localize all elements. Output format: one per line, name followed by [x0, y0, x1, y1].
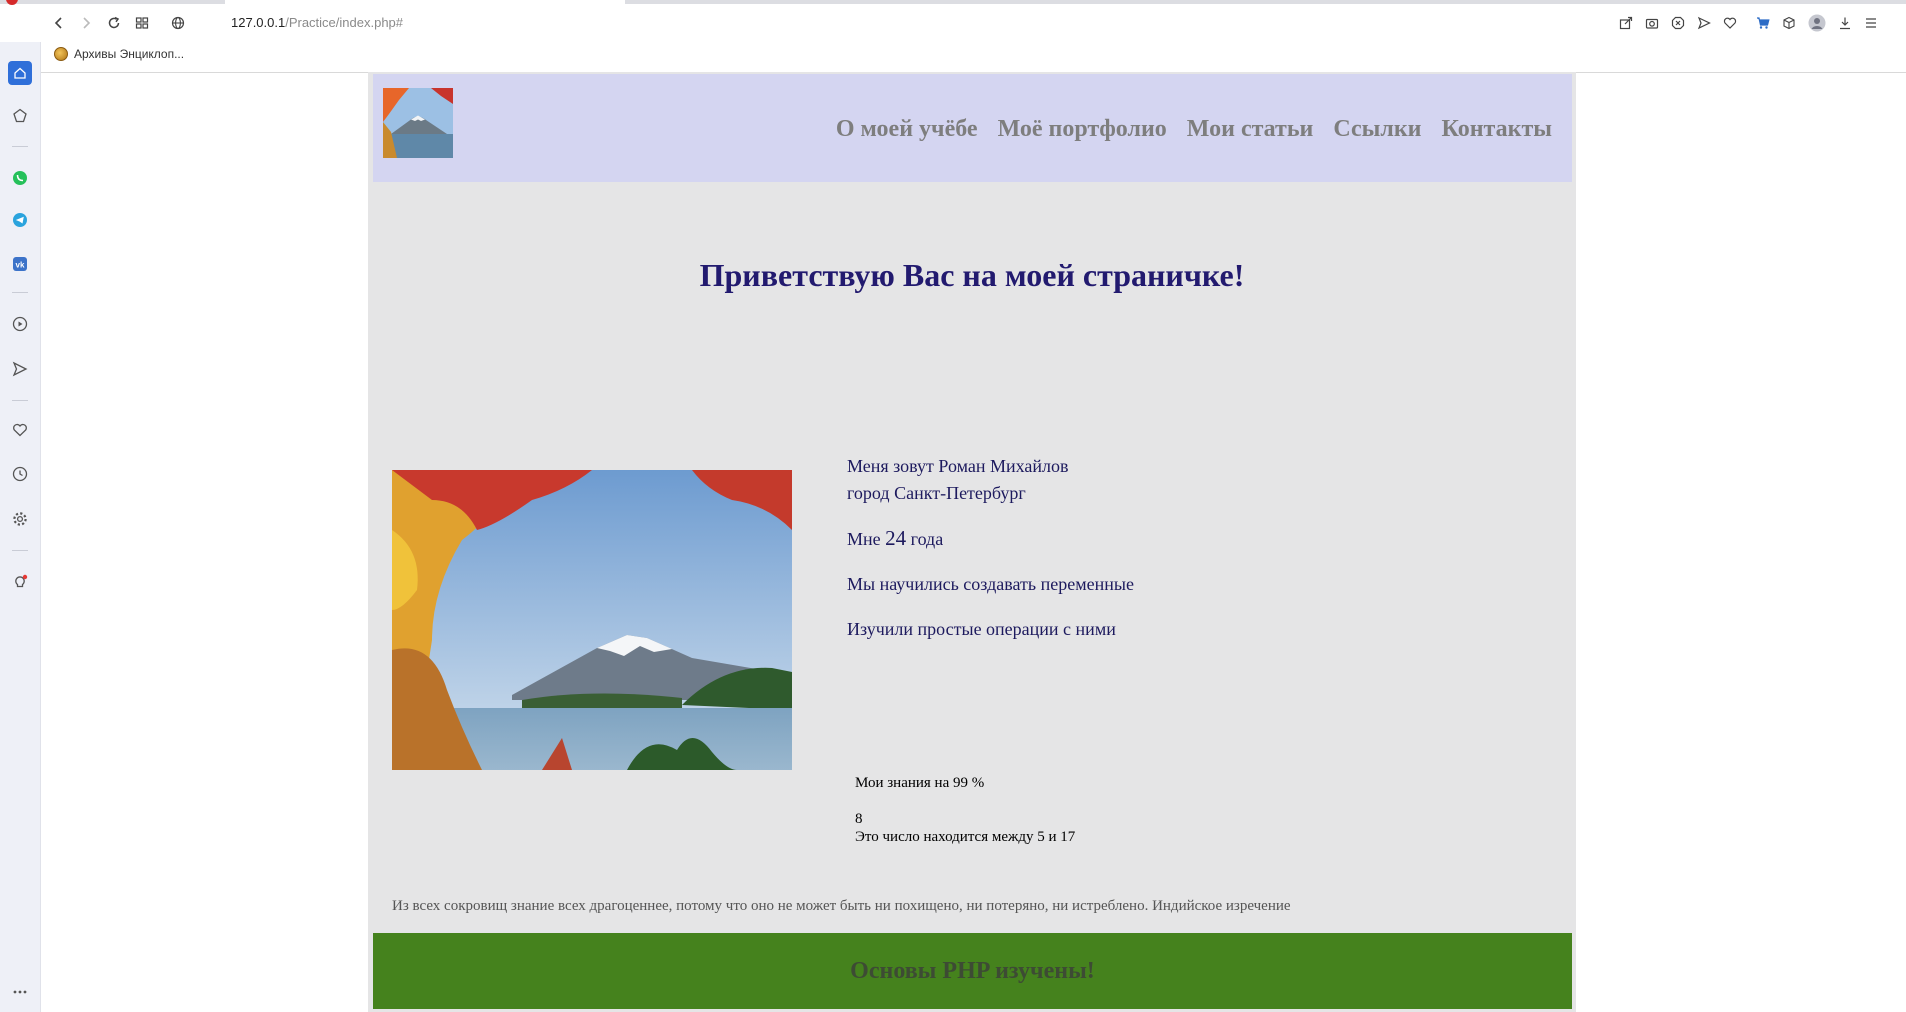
bookmark-favicon-icon — [54, 47, 68, 61]
sidebar-divider — [12, 400, 28, 401]
nav-link-study[interactable]: О моей учёбе — [836, 116, 978, 143]
svg-text:vk: vk — [16, 261, 25, 270]
download-icon[interactable] — [1834, 11, 1856, 35]
browser-toolbar: 127.0.0.1/Practice/index.php# — [40, 4, 1906, 42]
back-icon[interactable] — [47, 11, 71, 35]
site-header: О моей учёбе Моё портфолио Мои статьи Сс… — [373, 74, 1572, 182]
quote-text: Из всех сокровищ знание всех драгоценнее… — [392, 898, 1291, 914]
sidebar-divider — [12, 292, 28, 293]
more-options-icon[interactable] — [8, 980, 32, 1004]
vk-icon[interactable]: vk — [8, 252, 32, 276]
camera-icon[interactable] — [1641, 11, 1663, 35]
city-text: город Санкт-Петербург — [847, 483, 1026, 503]
bookmark-item[interactable]: Архивы Энциклоп... — [54, 47, 184, 61]
browser-sidebar: vk — [0, 42, 41, 1012]
profile-avatar-icon[interactable] — [1806, 11, 1828, 35]
page-container: О моей учёбе Моё портфолио Мои статьи Сс… — [368, 72, 1576, 1012]
nav-link-articles[interactable]: Мои статьи — [1187, 116, 1314, 143]
tips-lightbulb-icon[interactable] — [8, 570, 32, 594]
settings-gear-icon[interactable] — [8, 507, 32, 531]
number-range-text: Это число находится между 5 и 17 — [855, 829, 1076, 845]
site-logo[interactable] — [383, 88, 453, 158]
nav-link-contacts[interactable]: Контакты — [1442, 116, 1552, 143]
nav-link-links[interactable]: Ссылки — [1333, 116, 1421, 143]
about-block: Меня зовут Роман Михайлов город Санкт-Пе… — [847, 453, 1134, 643]
variables-text: Мы научились создавать переменные — [847, 574, 1134, 594]
favorite-heart-icon[interactable] — [1719, 11, 1741, 35]
menu-icon[interactable] — [1860, 11, 1882, 35]
favorites-heart-icon[interactable] — [8, 418, 32, 442]
address-bar[interactable]: 127.0.0.1/Practice/index.php# — [231, 15, 403, 30]
forward-icon[interactable] — [74, 11, 98, 35]
age-number: 24 — [885, 526, 907, 550]
sidebar-divider — [12, 146, 28, 147]
bookmarks-star-icon[interactable] — [8, 104, 32, 128]
whatsapp-icon[interactable] — [8, 166, 32, 190]
operations-text: Изучили простые операции с ними — [847, 619, 1116, 639]
browser-logo-icon[interactable] — [6, 0, 18, 5]
site-info-globe-icon[interactable] — [166, 11, 190, 35]
send-icon[interactable] — [1693, 11, 1715, 35]
share-icon[interactable] — [1615, 11, 1637, 35]
telegram-icon[interactable] — [8, 208, 32, 232]
mountain-lake-photo — [392, 470, 792, 770]
knowledge-block: Мои знания на 99 % 8 Это число находится… — [855, 774, 1075, 846]
tabs-grid-icon[interactable] — [130, 11, 154, 35]
age-text: Мне 24 года — [847, 525, 1134, 553]
bookmark-label: Архивы Энциклоп... — [74, 47, 185, 61]
sidebar-divider — [12, 550, 28, 551]
age-suffix: года — [910, 529, 944, 549]
reload-icon[interactable] — [102, 11, 126, 35]
knowledge-text: Мои знания на 99 % — [855, 775, 985, 791]
history-clock-icon[interactable] — [8, 462, 32, 486]
adblock-icon[interactable] — [1667, 11, 1689, 35]
url-host: 127.0.0.1 — [231, 15, 286, 30]
main-nav: О моей учёбе Моё портфолио Мои статьи Сс… — [836, 116, 1552, 143]
site-footer: Основы PHP изучены! — [373, 933, 1572, 1009]
name-text: Меня зовут Роман Михайлов — [847, 456, 1069, 476]
home-icon[interactable] — [8, 61, 32, 85]
send-sidebar-icon[interactable] — [8, 357, 32, 381]
page-title: Приветствую Вас на моей страничке! — [699, 257, 1245, 293]
nav-link-portfolio[interactable]: Моё портфолио — [998, 116, 1167, 143]
player-icon[interactable] — [8, 312, 32, 336]
extensions-cube-icon[interactable] — [1778, 11, 1800, 35]
bookmarks-bar: Архивы Энциклоп... — [40, 42, 1906, 73]
age-prefix: Мне — [847, 529, 881, 549]
footer-text: Основы PHP изучены! — [850, 958, 1095, 984]
cart-icon[interactable] — [1752, 11, 1774, 35]
url-path: /Practice/index.php# — [285, 15, 404, 30]
number-value: 8 — [855, 811, 863, 827]
